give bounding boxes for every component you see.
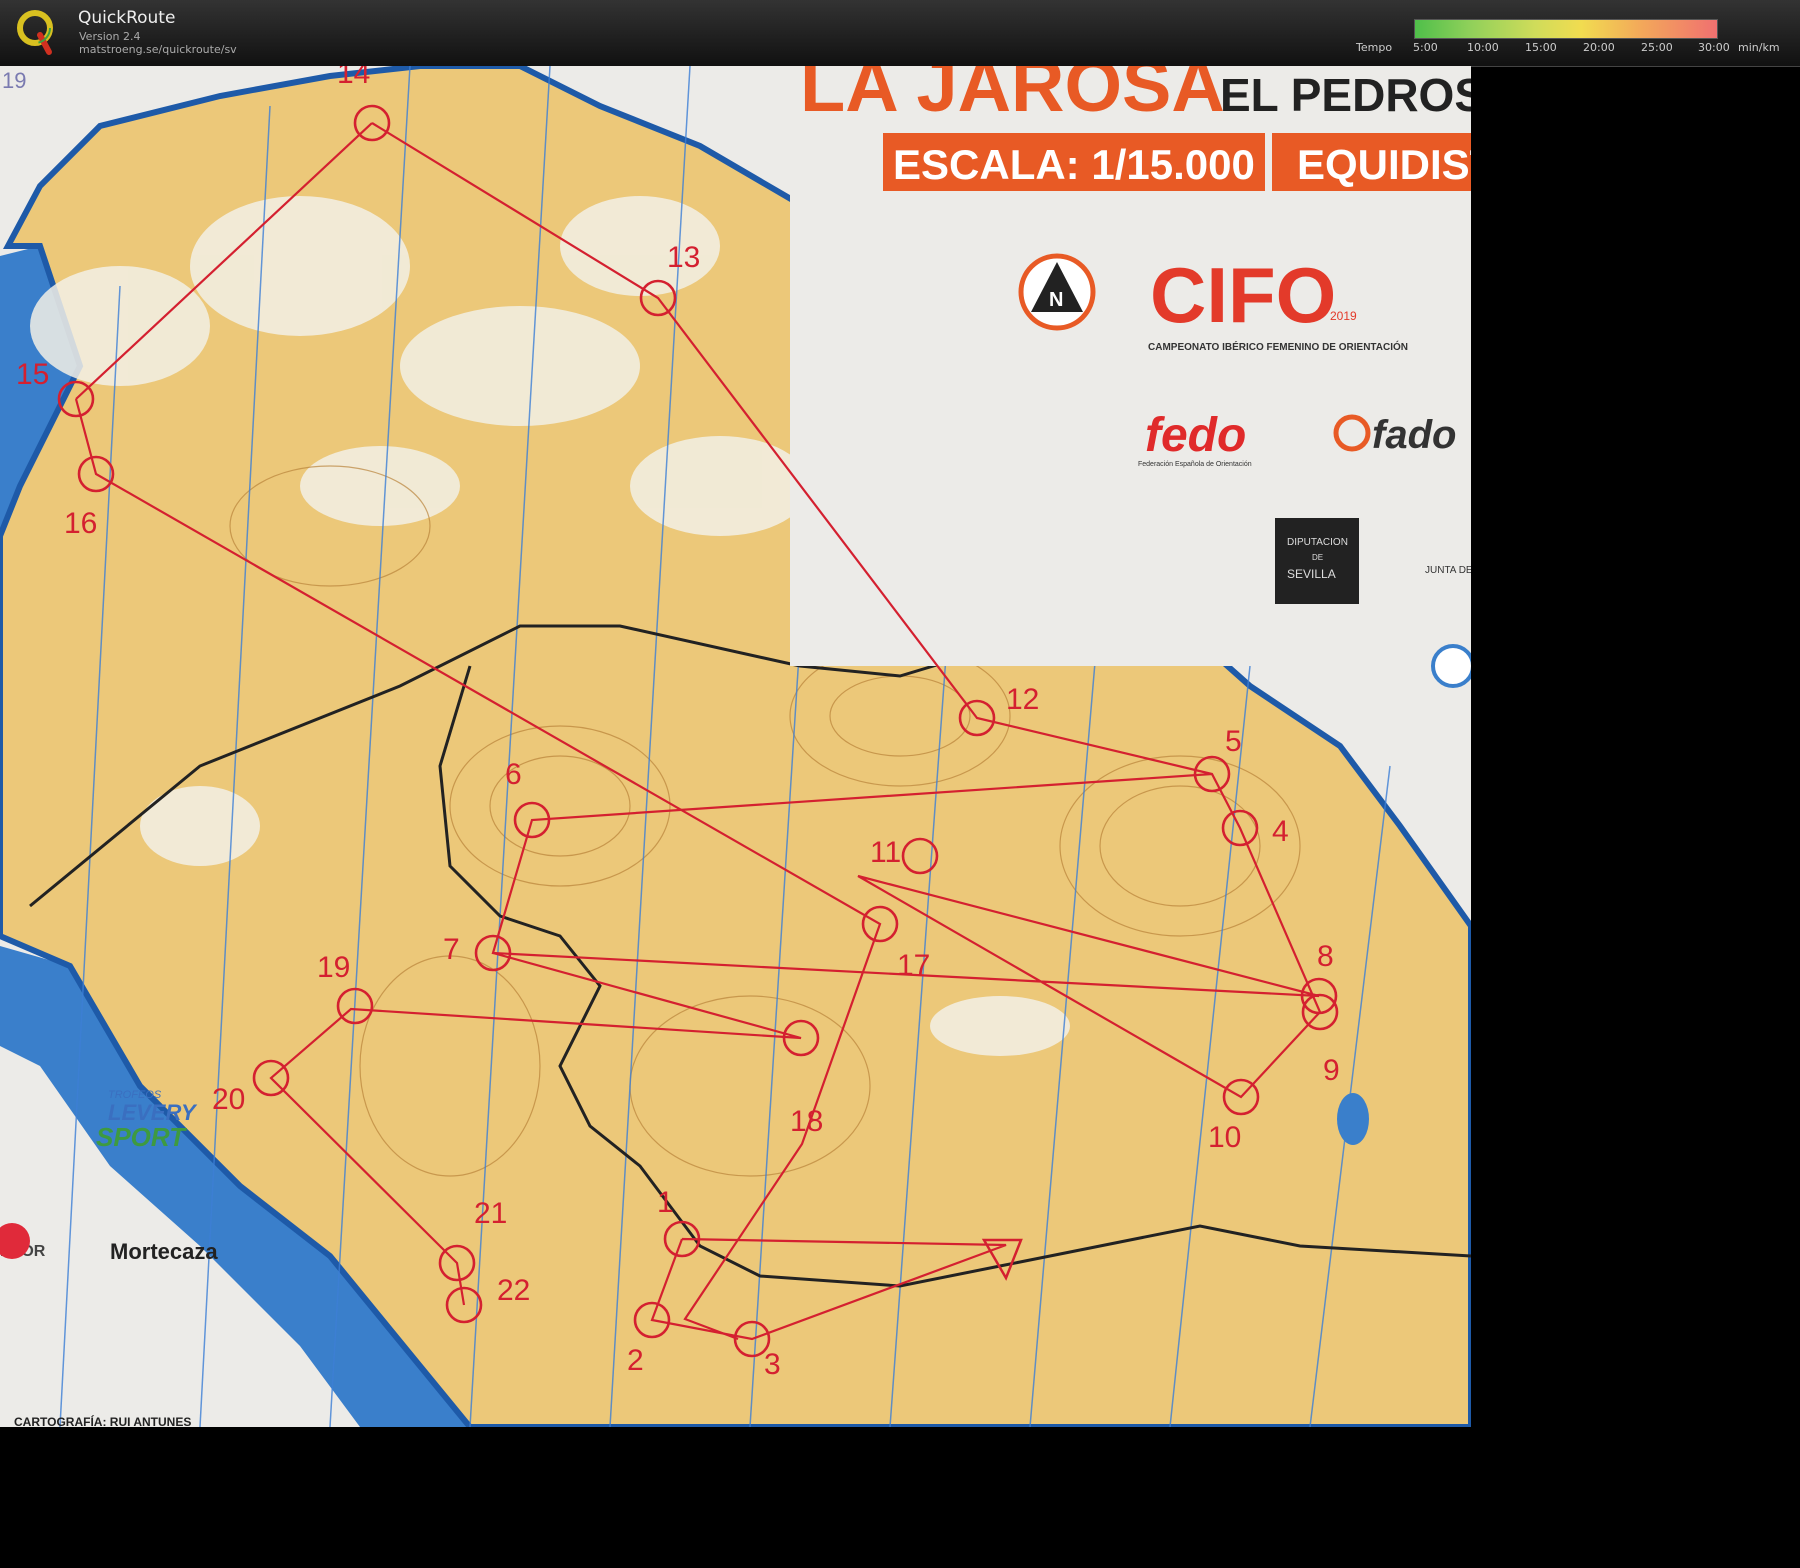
tempo-tick: 30:00 <box>1698 41 1730 54</box>
control-number: 14 <box>337 66 370 90</box>
control-number: 19 <box>317 951 350 984</box>
control-number: 18 <box>790 1105 823 1138</box>
control-number: 16 <box>64 507 97 540</box>
tempo-tick: 25:00 <box>1641 41 1673 54</box>
cifo-year: 2019 <box>1330 309 1357 323</box>
control-number: 10 <box>1208 1121 1241 1154</box>
cifo-logo: CIFO <box>1150 251 1336 339</box>
control-number: 5 <box>1225 725 1242 758</box>
tempo-tick: 20:00 <box>1583 41 1615 54</box>
app-title: QuickRoute <box>78 8 176 28</box>
control-number: 15 <box>16 358 49 391</box>
control-number: 9 <box>1323 1054 1340 1087</box>
map-canvas[interactable]: LA JAROSA EL PEDROSO ESCALA: 1/15.000 EQ… <box>0 66 1471 1427</box>
app-url[interactable]: matstroeng.se/quickroute/sv <box>79 43 237 56</box>
control-number: 20 <box>212 1083 245 1116</box>
control-number: 11 <box>870 836 901 869</box>
fedo-caption: Federación Española de Orientación <box>1138 461 1252 468</box>
control-number: 7 <box>443 933 460 966</box>
control-number: 3 <box>764 1348 781 1381</box>
control-number: 8 <box>1317 940 1334 973</box>
tempo-tick: 10:00 <box>1467 41 1499 54</box>
tempo-tick: 15:00 <box>1525 41 1557 54</box>
sport-logo: SPORT <box>96 1122 187 1152</box>
map-equidist: EQUIDIST <box>1297 141 1471 188</box>
map-scale: ESCALA: 1/15.000 <box>893 141 1255 188</box>
tempo-unit: min/km <box>1738 41 1780 54</box>
cartography-credit: CARTOGRAFÍA: RUI ANTUNES <box>14 1414 191 1427</box>
control-number: 6 <box>505 758 522 791</box>
tempo-tick: 5:00 <box>1413 41 1438 54</box>
control-number: 2 <box>627 1344 644 1377</box>
north-logo-icon: N <box>1018 253 1096 331</box>
ball-logo-icon <box>1431 644 1471 688</box>
control-number: 4 <box>1272 815 1289 848</box>
pond <box>1337 1093 1369 1145</box>
orienteering-map[interactable]: LA JAROSA EL PEDROSO ESCALA: 1/15.000 EQ… <box>0 66 1471 1427</box>
tempo-label: Tempo <box>1356 41 1393 54</box>
quickroute-logo-icon <box>17 10 53 55</box>
diputacion-line-2: DE <box>1312 553 1323 562</box>
fedo-logo: fedo <box>1145 409 1246 462</box>
svg-text:N: N <box>1049 289 1063 311</box>
control-number: 13 <box>667 241 700 274</box>
control-number: 21 <box>474 1197 507 1230</box>
fado-logo: fado <box>1372 413 1456 457</box>
control-number: 1 <box>657 1186 674 1219</box>
control-number: 12 <box>1006 683 1039 716</box>
junta-logo: JUNTA DE <box>1425 565 1471 576</box>
app-version: Version 2.4 <box>79 30 141 43</box>
cifo-caption: CAMPEONATO IBÉRICO FEMENINO DE ORIENTACI… <box>1148 340 1408 353</box>
map-title: LA JAROSA <box>800 66 1225 127</box>
diputacion-line-1: DIPUTACION <box>1287 537 1348 548</box>
control-number: 22 <box>497 1274 530 1307</box>
tempo-color-scale[interactable] <box>1414 19 1718 39</box>
control-number: 17 <box>897 949 930 982</box>
mortecaza-logo: Mortecaza <box>110 1239 218 1264</box>
corner-number: 19 <box>2 68 26 93</box>
title-bar: QuickRoute Version 2.4 matstroeng.se/qui… <box>0 0 1800 67</box>
map-subtitle: EL PEDROSO <box>1220 69 1471 121</box>
diputacion-line-3: SEVILLA <box>1287 567 1336 581</box>
